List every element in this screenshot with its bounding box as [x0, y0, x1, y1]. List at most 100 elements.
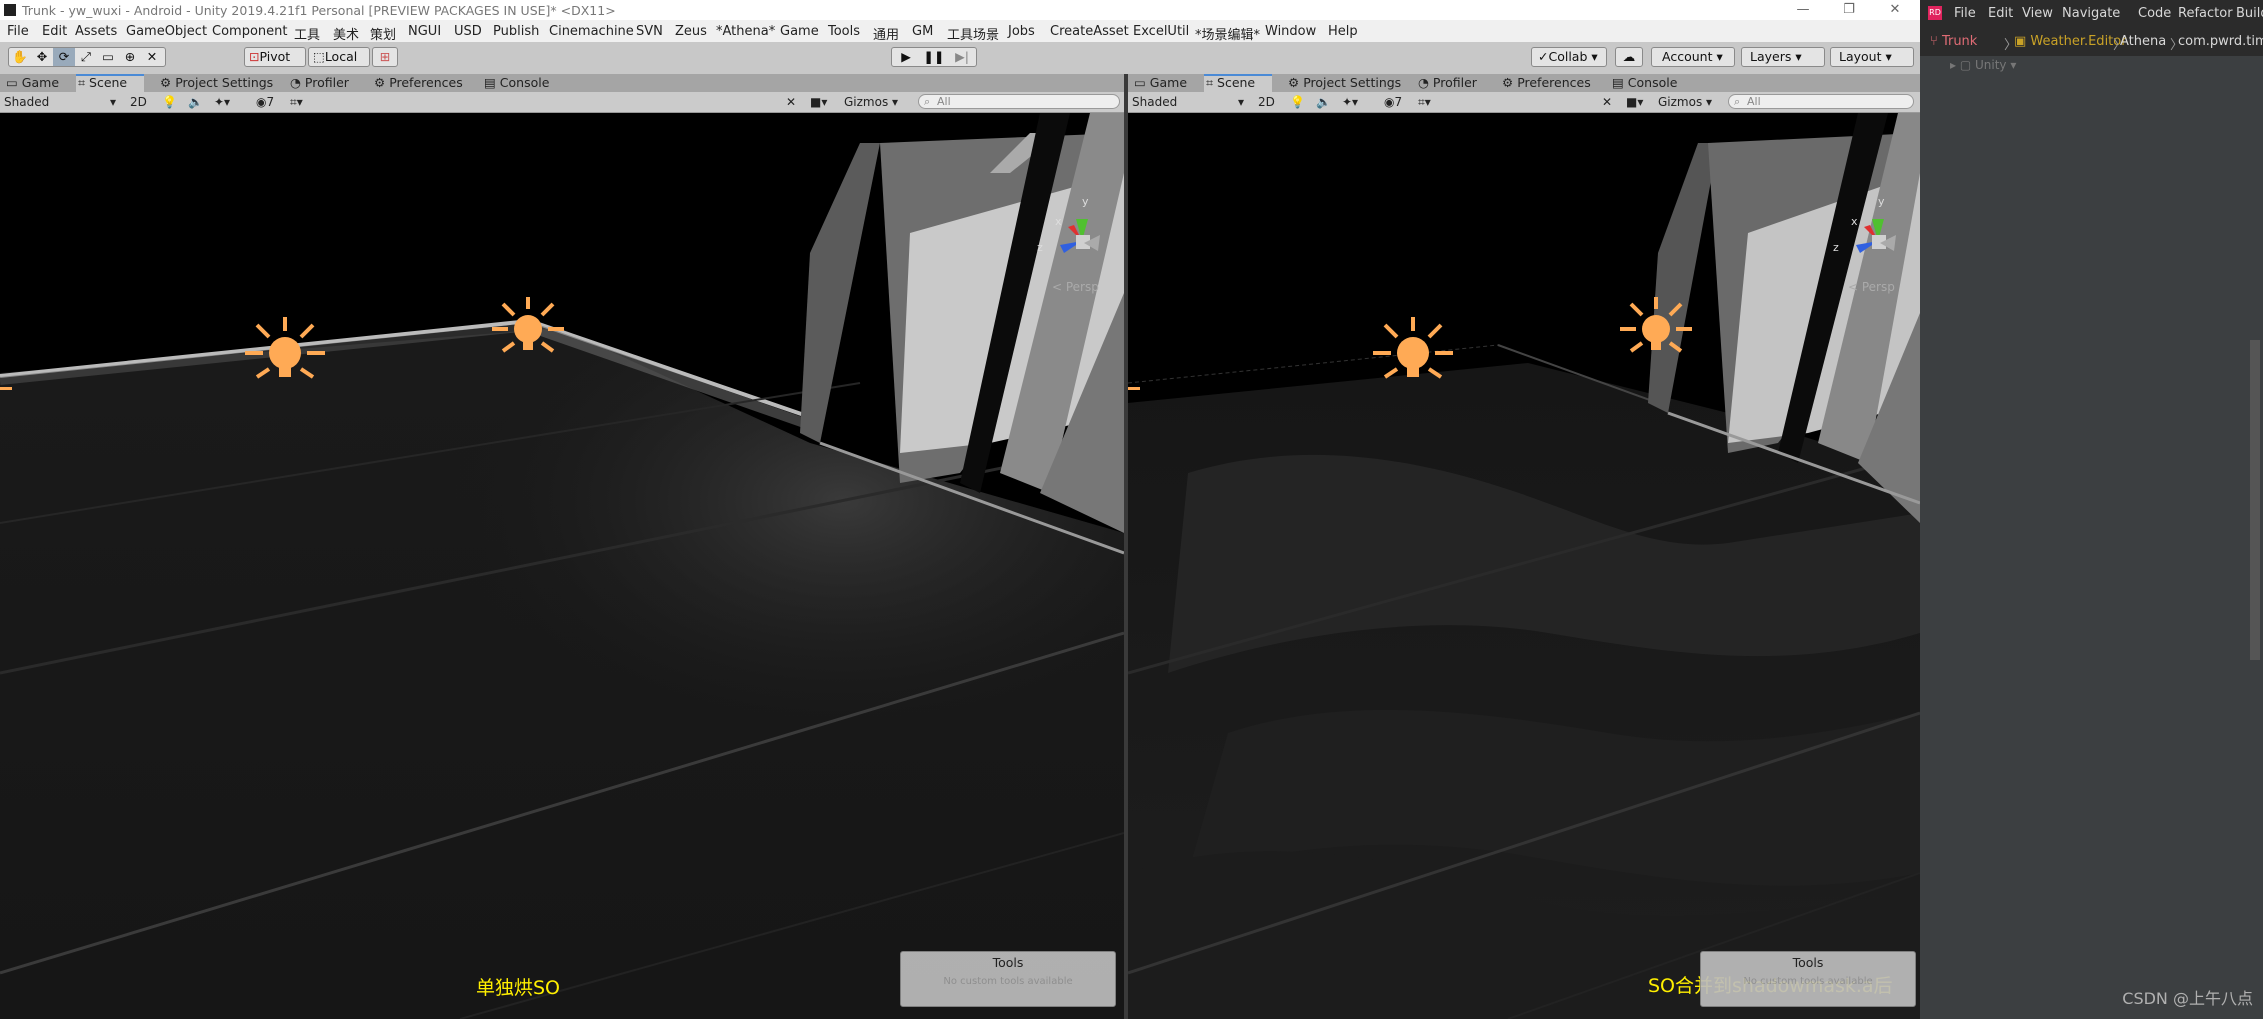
effects-icon[interactable]: ✦▾ — [214, 94, 230, 110]
menu-athena[interactable]: *Athena* — [716, 24, 775, 39]
grid-toggle[interactable]: ⌗▾ — [290, 94, 303, 110]
snap-button[interactable]: ⊞ — [372, 47, 398, 67]
pivot-toggle[interactable]: ⊡Pivot — [244, 47, 306, 67]
tab-game[interactable]: ▭ Game — [1132, 74, 1204, 92]
tree-item-unity[interactable]: ▸ ▢ Unity ▾ — [1950, 58, 2016, 72]
menu-cinemachine[interactable]: Cinemachine — [549, 24, 634, 39]
account-dropdown[interactable]: Account ▾ — [1651, 47, 1735, 67]
menu-common[interactable]: 通用 — [873, 24, 899, 43]
tab-profiler[interactable]: ◔ Profiler — [1416, 74, 1494, 92]
effects-icon[interactable]: ✦▾ — [1342, 94, 1358, 110]
menu-tools[interactable]: Tools — [828, 24, 860, 39]
ide-menu-refactor[interactable]: Refactor — [2178, 6, 2233, 21]
rotate-tool-icon[interactable]: ⟳ — [53, 48, 75, 66]
breadcrumb-trunk[interactable]: ⑂ Trunk — [1930, 34, 1977, 49]
menu-window[interactable]: Window — [1265, 24, 1316, 39]
hidden-objects-toggle[interactable]: ◉7 — [256, 94, 274, 110]
menu-assets[interactable]: Assets — [75, 24, 117, 39]
tab-preferences[interactable]: ⚙ Preferences — [1500, 74, 1602, 92]
menu-ngui[interactable]: NGUI — [408, 24, 441, 39]
menu-jobs[interactable]: Jobs — [1008, 24, 1035, 39]
2d-toggle[interactable]: 2D — [1258, 94, 1275, 110]
ide-menu-edit[interactable]: Edit — [1988, 6, 2013, 21]
local-toggle[interactable]: ⬚Local — [308, 47, 370, 67]
menu-scene-edit[interactable]: *场景编辑* — [1195, 24, 1260, 43]
menu-file[interactable]: File — [7, 24, 29, 39]
menu-excelutil[interactable]: ExcelUtil — [1133, 24, 1189, 39]
custom-tool-icon[interactable]: ✕ — [141, 48, 163, 66]
perspective-label[interactable]: < Persp — [1848, 280, 1895, 294]
move-tool-icon[interactable]: ✥ — [31, 48, 53, 66]
audio-icon[interactable]: 🔈 — [1316, 94, 1331, 110]
ide-menu-navigate[interactable]: Navigate — [2062, 6, 2120, 21]
breadcrumb-athena[interactable]: Athena — [2120, 34, 2166, 49]
gizmos-dropdown[interactable]: Gizmos ▾ — [1658, 94, 1712, 110]
2d-toggle[interactable]: 2D — [130, 94, 147, 110]
scene-search-input[interactable]: ⌕ All — [1728, 94, 1914, 109]
collab-dropdown[interactable]: ✓Collab ▾ — [1531, 47, 1607, 67]
tab-project-settings[interactable]: ⚙ Project Settings — [1286, 74, 1410, 92]
camera-icon[interactable]: ■▾ — [1626, 94, 1643, 110]
rect-tool-icon[interactable]: ▭ — [97, 48, 119, 66]
tab-console[interactable]: ▤ Console — [1610, 74, 1692, 92]
menu-edit[interactable]: Edit — [42, 24, 67, 39]
ide-menu-code[interactable]: Code — [2138, 6, 2171, 21]
menu-design[interactable]: 策划 — [370, 24, 396, 43]
minimize-button[interactable]: — — [1780, 0, 1826, 20]
hand-tool-icon[interactable]: ✋ — [9, 48, 31, 66]
tools-overlay[interactable]: Tools No custom tools available — [1700, 951, 1916, 1007]
ide-menu-view[interactable]: View — [2022, 6, 2053, 21]
menu-art[interactable]: 美术 — [333, 24, 359, 43]
play-icon[interactable]: ▶ — [892, 48, 920, 66]
tab-preferences[interactable]: ⚙ Preferences — [372, 74, 474, 92]
scene-tools-icon[interactable]: ✕ — [1602, 94, 1612, 110]
tab-profiler[interactable]: ◔ Profiler — [288, 74, 366, 92]
left-scene-viewport[interactable]: < Persp y x z 单独烘SO Tools No custom tool… — [0, 113, 1124, 1019]
grid-toggle[interactable]: ⌗▾ — [1418, 94, 1431, 110]
shading-mode-dropdown[interactable]: Shaded ▾ — [1132, 94, 1244, 110]
tab-console[interactable]: ▤ Console — [482, 74, 564, 92]
ide-menu-build[interactable]: Build — [2236, 6, 2263, 21]
hidden-objects-toggle[interactable]: ◉7 — [1384, 94, 1402, 110]
tools-overlay[interactable]: Tools No custom tools available — [900, 951, 1116, 1007]
light-bulb-icon[interactable]: 💡 — [1290, 94, 1305, 110]
menu-createasset[interactable]: CreateAsset — [1050, 24, 1129, 39]
breadcrumb-package[interactable]: com.pwrd.time- — [2178, 34, 2263, 49]
close-button[interactable]: ✕ — [1872, 0, 1918, 20]
cloud-button[interactable]: ☁ — [1615, 47, 1643, 67]
ide-scrollbar[interactable] — [2250, 340, 2260, 660]
layout-dropdown[interactable]: Layout ▾ — [1830, 47, 1914, 67]
shading-mode-dropdown[interactable]: Shaded ▾ — [4, 94, 116, 110]
light-bulb-icon[interactable]: 💡 — [162, 94, 177, 110]
menu-svn[interactable]: SVN — [636, 24, 663, 39]
camera-icon[interactable]: ■▾ — [810, 94, 827, 110]
layers-dropdown[interactable]: Layers ▾ — [1741, 47, 1825, 67]
scene-tools-icon[interactable]: ✕ — [786, 94, 796, 110]
tab-project-settings[interactable]: ⚙ Project Settings — [158, 74, 282, 92]
ide-menu-file[interactable]: File — [1954, 6, 1976, 21]
perspective-label[interactable]: < Persp — [1052, 280, 1099, 294]
step-icon[interactable]: ▶| — [948, 48, 976, 66]
menu-zeus[interactable]: Zeus — [675, 24, 707, 39]
gizmos-dropdown[interactable]: Gizmos ▾ — [844, 94, 898, 110]
scene-search-input[interactable]: ⌕ All — [918, 94, 1120, 109]
menu-gm[interactable]: GM — [912, 24, 933, 39]
audio-icon[interactable]: 🔈 — [188, 94, 203, 110]
breadcrumb-weather-editor[interactable]: ▣ Weather.Editor — [2014, 34, 2127, 49]
menu-usd[interactable]: USD — [454, 24, 482, 39]
tab-game[interactable]: ▭ Game — [4, 74, 76, 92]
menu-publish[interactable]: Publish — [493, 24, 539, 39]
pause-icon[interactable]: ❚❚ — [920, 48, 948, 66]
menu-game[interactable]: Game — [780, 24, 819, 39]
menu-tool-scene[interactable]: 工具场景 — [947, 24, 999, 43]
scale-tool-icon[interactable]: ⤢ — [75, 48, 97, 66]
menu-gameobject[interactable]: GameObject — [126, 24, 207, 39]
menu-component[interactable]: Component — [212, 24, 287, 39]
right-scene-viewport[interactable]: < Persp y x z SO合并到shadowmask.a后 Tools N… — [1128, 113, 1920, 1019]
restore-button[interactable]: ❐ — [1826, 0, 1872, 20]
tab-scene[interactable]: ⌗ Scene — [76, 74, 144, 92]
menu-help[interactable]: Help — [1328, 24, 1358, 39]
menu-tools-cn[interactable]: 工具 — [294, 24, 320, 43]
transform-tool-icon[interactable]: ⊕ — [119, 48, 141, 66]
tab-scene[interactable]: ⌗ Scene — [1204, 74, 1272, 92]
